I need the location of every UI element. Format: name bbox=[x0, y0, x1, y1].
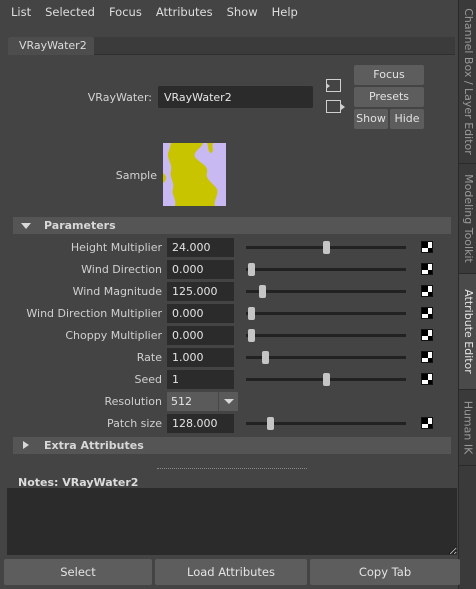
map-texture-icon[interactable] bbox=[421, 351, 433, 363]
menu-list[interactable]: List bbox=[11, 5, 31, 19]
menu-attributes[interactable]: Attributes bbox=[156, 5, 213, 19]
choppy-multiplier-field[interactable] bbox=[167, 326, 234, 345]
wind-direction-multiplier-field[interactable] bbox=[167, 304, 234, 323]
presets-button[interactable]: Presets bbox=[354, 87, 424, 107]
map-texture-icon[interactable] bbox=[421, 285, 433, 297]
param-label: Wind Direction Multiplier bbox=[26, 307, 162, 320]
param-label: Wind Magnitude bbox=[72, 285, 162, 298]
notes-textarea[interactable] bbox=[7, 488, 457, 555]
wind-direction-slider[interactable] bbox=[246, 263, 406, 276]
rate-slider[interactable] bbox=[246, 351, 406, 364]
tab-attribute-editor[interactable]: Attribute Editor bbox=[459, 274, 476, 390]
menu-help[interactable]: Help bbox=[272, 5, 298, 19]
param-row-seed: Seed bbox=[0, 370, 458, 390]
param-label: Height Multiplier bbox=[70, 241, 162, 254]
tab-human-ik[interactable]: Human IK bbox=[459, 390, 476, 466]
sample-texture-image bbox=[163, 143, 218, 206]
map-texture-icon[interactable] bbox=[421, 241, 433, 253]
show-button[interactable]: Show bbox=[354, 109, 388, 129]
param-label: Wind Direction bbox=[81, 263, 162, 276]
chevron-down-icon[interactable] bbox=[218, 392, 238, 411]
slider-handle[interactable] bbox=[267, 417, 274, 430]
map-texture-icon[interactable] bbox=[421, 329, 433, 341]
wind-direction-multiplier-slider[interactable] bbox=[246, 307, 406, 320]
param-row-resolution: Resolution 512 bbox=[0, 392, 458, 412]
slider-handle[interactable] bbox=[247, 263, 255, 276]
param-row-rate: Rate bbox=[0, 348, 458, 368]
seed-slider[interactable] bbox=[246, 373, 406, 386]
param-label: Choppy Multiplier bbox=[65, 329, 162, 342]
sample-swatch bbox=[163, 143, 226, 206]
splitter-handle[interactable] bbox=[157, 468, 307, 469]
slider-handle[interactable] bbox=[247, 307, 255, 320]
tab-modeling-toolkit[interactable]: Modeling Toolkit bbox=[459, 164, 476, 274]
map-texture-icon[interactable] bbox=[421, 263, 433, 275]
slider-handle[interactable] bbox=[323, 241, 330, 254]
input-connection-icon[interactable] bbox=[326, 79, 341, 92]
select-button[interactable]: Select bbox=[4, 559, 152, 585]
menu-bar: List Selected Focus Attributes Show Help bbox=[0, 0, 458, 24]
resolution-dropdown[interactable]: 512 bbox=[167, 392, 238, 411]
param-label: Resolution bbox=[104, 395, 162, 408]
tab-channel-box[interactable]: Channel Box / Layer Editor bbox=[459, 0, 476, 164]
wind-direction-field[interactable] bbox=[167, 260, 234, 279]
slider-handle[interactable] bbox=[259, 285, 266, 298]
node-tab[interactable]: VRayWater2 bbox=[8, 37, 94, 55]
param-label: Seed bbox=[134, 373, 163, 386]
param-row-wind-direction-multiplier: Wind Direction Multiplier bbox=[0, 304, 458, 324]
load-attributes-button[interactable]: Load Attributes bbox=[155, 559, 307, 585]
menu-selected[interactable]: Selected bbox=[45, 5, 95, 19]
slider-handle[interactable] bbox=[323, 373, 330, 386]
node-tab-bar: VRayWater2 bbox=[8, 37, 455, 55]
patch-size-slider[interactable] bbox=[246, 417, 406, 430]
param-row-choppy-multiplier: Choppy Multiplier bbox=[0, 326, 458, 346]
map-texture-icon[interactable] bbox=[421, 373, 433, 385]
param-row-patch-size: Patch size bbox=[0, 414, 458, 434]
collapse-arrow-icon bbox=[21, 223, 31, 229]
hide-button[interactable]: Hide bbox=[390, 109, 424, 129]
sample-label: Sample bbox=[115, 169, 157, 182]
rate-field[interactable] bbox=[167, 348, 234, 367]
param-label: Patch size bbox=[106, 417, 162, 430]
side-tab-strip: Channel Box / Layer Editor Modeling Tool… bbox=[458, 0, 476, 589]
output-connection-icon[interactable] bbox=[326, 100, 345, 113]
seed-field[interactable] bbox=[167, 370, 234, 389]
slider-handle[interactable] bbox=[262, 351, 270, 364]
menu-focus[interactable]: Focus bbox=[109, 5, 142, 19]
node-type-label: VRayWater: bbox=[87, 91, 152, 104]
param-label: Rate bbox=[136, 351, 162, 364]
choppy-multiplier-slider[interactable] bbox=[246, 329, 406, 342]
map-texture-icon[interactable] bbox=[421, 417, 433, 429]
node-name-field[interactable] bbox=[158, 86, 313, 108]
wind-magnitude-slider[interactable] bbox=[246, 285, 406, 298]
height-multiplier-slider[interactable] bbox=[246, 241, 406, 254]
menu-show[interactable]: Show bbox=[227, 5, 258, 19]
patch-size-field[interactable] bbox=[167, 414, 234, 433]
expand-arrow-icon bbox=[23, 441, 29, 449]
focus-button[interactable]: Focus bbox=[354, 65, 424, 85]
map-texture-icon[interactable] bbox=[421, 307, 433, 319]
height-multiplier-field[interactable] bbox=[167, 238, 234, 257]
copy-tab-button[interactable]: Copy Tab bbox=[310, 559, 460, 585]
slider-handle[interactable] bbox=[247, 329, 255, 342]
parameters-section-header[interactable]: Parameters bbox=[13, 217, 451, 234]
param-row-height-multiplier: Height Multiplier bbox=[0, 238, 458, 258]
wind-magnitude-field[interactable] bbox=[167, 282, 234, 301]
extra-attributes-section-header[interactable]: Extra Attributes bbox=[13, 437, 451, 454]
param-row-wind-magnitude: Wind Magnitude bbox=[0, 282, 458, 302]
param-row-wind-direction: Wind Direction bbox=[0, 260, 458, 280]
